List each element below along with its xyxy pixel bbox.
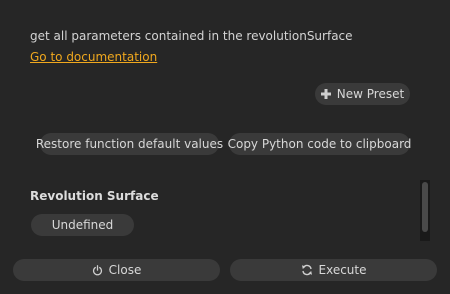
documentation-link[interactable]: Go to documentation [30,50,157,64]
function-description: get all parameters contained in the revo… [30,29,353,43]
plus-icon [320,89,331,99]
vertical-scrollbar[interactable] [420,180,430,241]
parameter-section-title: Revolution Surface [30,189,159,203]
restore-defaults-button[interactable]: Restore function default values [36,133,223,155]
new-preset-label: New Preset [336,87,405,101]
copy-python-code-button[interactable]: Copy Python code to clipboard [227,133,412,155]
refresh-icon [301,264,313,276]
function-dialog: get all parameters contained in the revo… [0,0,450,294]
new-preset-button[interactable]: New Preset [315,83,410,105]
close-label: Close [108,263,142,277]
power-icon [92,264,103,276]
execute-button[interactable]: Execute [230,259,437,281]
revolution-surface-value: Undefined [51,218,114,232]
copy-python-code-label: Copy Python code to clipboard [227,137,412,151]
execute-label: Execute [318,263,367,277]
revolution-surface-selector[interactable]: Undefined [31,214,134,236]
restore-defaults-label: Restore function default values [35,137,224,151]
close-button[interactable]: Close [13,259,220,281]
scrollbar-handle[interactable] [422,182,428,232]
